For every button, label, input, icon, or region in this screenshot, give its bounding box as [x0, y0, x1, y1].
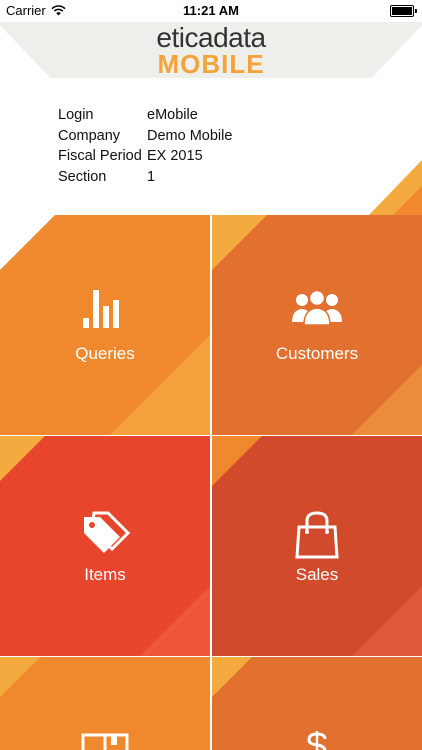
tile-label: Items: [84, 565, 126, 584]
decorative-corner: [368, 160, 422, 216]
tile-documents[interactable]: [0, 657, 210, 750]
tile-label: Customers: [275, 344, 359, 363]
tile-items[interactable]: Items: [0, 436, 210, 656]
tile-sales[interactable]: Sales: [212, 436, 422, 656]
shopping-bag-icon: [212, 511, 422, 559]
tile-payments[interactable]: [212, 657, 422, 750]
tile-queries[interactable]: Queries: [0, 215, 210, 435]
tile-customers[interactable]: Customers: [212, 215, 422, 435]
bar-chart-icon: [0, 290, 210, 328]
tile-label: Queries: [75, 344, 135, 363]
tile-label: Sales: [295, 565, 339, 584]
book-icon: [0, 733, 210, 750]
users-icon: [212, 290, 422, 326]
dollar-icon: [212, 731, 422, 750]
tags-icon: [0, 511, 210, 555]
